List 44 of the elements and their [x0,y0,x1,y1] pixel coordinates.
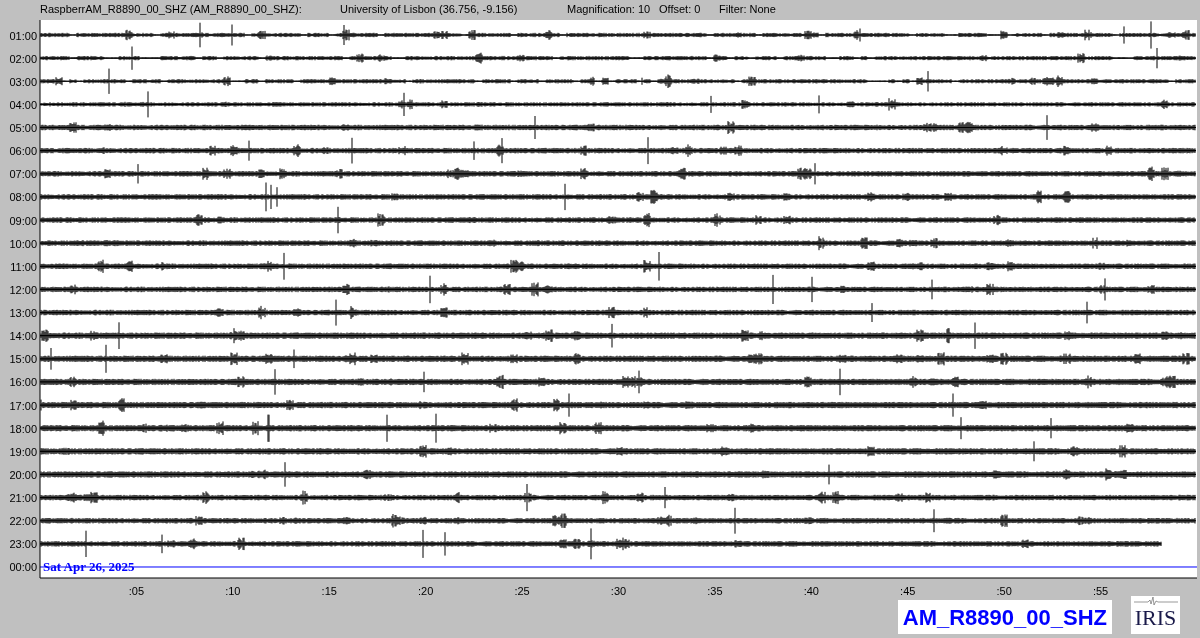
hour-label: 07:00 [9,168,37,181]
hour-label: 10:00 [9,237,37,250]
filter-text: Filter: None [719,3,776,15]
minute-tick-label: :55 [1092,585,1109,597]
station-label: AM_R8890_00_SHZ [897,600,1112,634]
hour-label: 15:00 [9,353,37,366]
station-title: RaspberrAM_R8890_00_SHZ (AM_R8890_00_SHZ): [40,3,303,15]
hour-label: 19:00 [9,445,37,458]
hour-label: 02:00 [9,52,37,65]
hour-label: 09:00 [9,214,37,227]
offset-text: Offset: 0 [659,3,702,15]
hour-label: 05:00 [9,122,37,134]
hour-label: 01:00 [9,29,37,42]
hour-label: 16:00 [9,376,37,389]
hour-label: 08:00 [9,191,37,204]
hour-label: 03:00 [9,75,37,88]
hour-label: 11:00 [10,260,37,273]
hour-label: 04:00 [9,98,37,111]
hour-label: 23:00 [9,538,37,551]
date-label: Sat Apr 26, 2025 [43,559,135,574]
hour-label: 17:00 [9,399,37,412]
minute-tick-label: :35 [707,585,723,597]
minute-tick-label: :40 [803,585,819,597]
minute-tick-label: :10 [225,585,241,597]
hour-label: 18:00 [9,422,37,435]
hour-label: 14:00 [9,330,37,343]
waveform-icon [1133,596,1178,606]
hour-label: 20:00 [9,468,37,481]
minute-tick-label: :05 [128,585,145,597]
minute-tick-label: :20 [418,585,434,597]
hour-label: 21:00 [9,492,37,505]
minute-tick-label: :50 [996,585,1012,597]
location-text: University of Lisbon (36.756, -9.156) [340,3,519,15]
minute-tick-label: :45 [900,585,916,597]
minute-tick-label: :25 [514,585,530,597]
hour-label: 06:00 [9,145,37,158]
logo-text: IRIS [1134,606,1177,630]
minute-tick-label: :15 [321,585,337,597]
hour-label: 12:00 [9,283,37,296]
magnification-text: Magnification: 10 [567,3,652,15]
minute-tick-label: :30 [610,585,627,597]
hour-label: 00:00 [9,561,37,574]
hour-label: 22:00 [9,515,37,528]
hour-label: 13:00 [9,307,37,320]
